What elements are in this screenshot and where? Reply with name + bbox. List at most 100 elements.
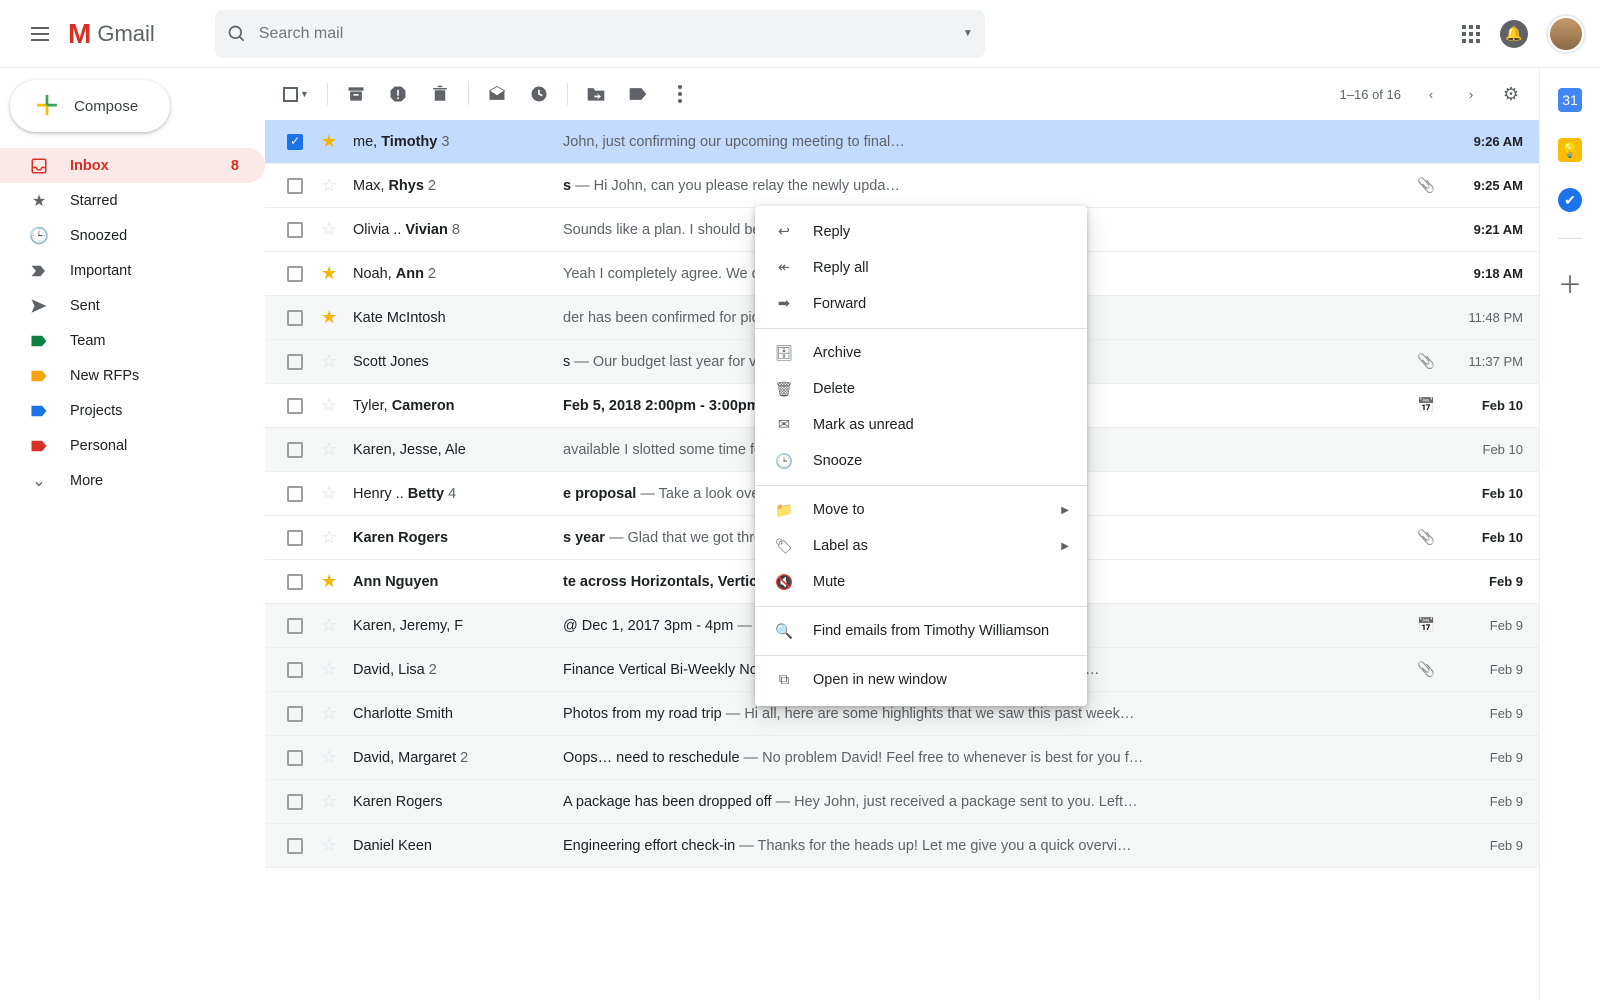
forward-icon: ➡ [773, 296, 795, 312]
ctx-mute[interactable]: 🔇Mute [755, 564, 1087, 600]
ctx-label-as[interactable]: 🏷Label as▶ [755, 528, 1087, 564]
row-checkbox[interactable] [287, 354, 303, 370]
sidebar-item-starred[interactable]: ★Starred [0, 183, 265, 218]
labels-icon[interactable] [628, 84, 648, 104]
ctx-snooze[interactable]: 🕒Snooze [755, 443, 1087, 479]
row-checkbox[interactable] [287, 266, 303, 282]
ctx-archive[interactable]: 🗄Archive [755, 335, 1087, 371]
row-checkbox[interactable] [287, 442, 303, 458]
ctx-reply[interactable]: ↩Reply [755, 214, 1087, 250]
star-icon[interactable]: ☆ [321, 395, 339, 416]
star-icon[interactable]: ★ [321, 263, 339, 284]
sidebar-item-snoozed[interactable]: 🕒 Snoozed [0, 218, 265, 253]
ctx-find-from[interactable]: 🔍Find emails from Timothy Williamson [755, 613, 1087, 649]
row-checkbox[interactable] [287, 794, 303, 810]
notifications-icon[interactable]: 🔔 [1500, 20, 1528, 48]
mark-read-icon[interactable] [487, 84, 507, 104]
row-checkbox[interactable] [287, 750, 303, 766]
row-checkbox[interactable] [287, 574, 303, 590]
star-icon[interactable]: ☆ [321, 527, 339, 548]
select-all-control[interactable]: ▼ [283, 87, 309, 102]
report-spam-icon[interactable] [388, 84, 408, 104]
sidebar-item-new-rfps[interactable]: New RFPs [0, 358, 265, 393]
move-to-icon: 📁 [773, 502, 795, 519]
google-apps-icon[interactable] [1462, 25, 1480, 43]
thread-row[interactable]: ☆David, Margaret2Oops… need to reschedul… [265, 736, 1539, 780]
sidebar-item-sent[interactable]: Sent [0, 288, 265, 323]
thread-row[interactable]: ☆Daniel KeenEngineering effort check-in … [265, 824, 1539, 868]
next-page-icon[interactable]: › [1461, 84, 1481, 104]
star-icon[interactable]: ☆ [321, 615, 339, 636]
sidebar-item-important[interactable]: Important [0, 253, 265, 288]
row-checkbox[interactable] [287, 706, 303, 722]
star-icon[interactable]: ☆ [321, 659, 339, 680]
main-menu-button[interactable] [16, 10, 64, 58]
ctx-open-window[interactable]: ⧉Open in new window [755, 662, 1087, 698]
star-icon[interactable]: ☆ [321, 219, 339, 240]
row-checkbox[interactable] [287, 530, 303, 546]
sidebar-item-more[interactable]: ⌄More [0, 463, 265, 498]
get-addons-icon[interactable]: ＋ [1558, 265, 1582, 300]
star-icon[interactable]: ☆ [321, 351, 339, 372]
row-checkbox[interactable] [287, 618, 303, 634]
thread-senders: Henry .. Betty4 [353, 486, 563, 502]
archive-icon[interactable] [346, 84, 366, 104]
star-icon[interactable]: ★ [321, 131, 339, 152]
row-checkbox[interactable] [287, 662, 303, 678]
thread-row[interactable]: ☆Karen RogersA package has been dropped … [265, 780, 1539, 824]
sidebar-item-projects[interactable]: Projects [0, 393, 265, 428]
snooze-icon[interactable] [529, 84, 549, 104]
star-icon[interactable]: ★ [321, 307, 339, 328]
thread-subject: John, just confirming our upcoming meeti… [563, 134, 1425, 150]
ctx-move-to[interactable]: 📁Move to▶ [755, 492, 1087, 528]
settings-gear-icon[interactable]: ⚙ [1501, 84, 1521, 104]
label-yellow-icon [28, 365, 50, 387]
prev-page-icon[interactable]: ‹ [1421, 84, 1441, 104]
account-avatar[interactable] [1548, 16, 1584, 52]
more-actions-icon[interactable] [670, 84, 690, 104]
clock-icon: 🕒 [28, 225, 50, 247]
ctx-mark-unread[interactable]: ✉Mark as unread [755, 407, 1087, 443]
ctx-forward[interactable]: ➡Forward [755, 286, 1087, 322]
sidebar-item-label: Snoozed [70, 228, 127, 244]
star-icon[interactable]: ☆ [321, 483, 339, 504]
sidebar-item-personal[interactable]: Personal [0, 428, 265, 463]
delete-icon[interactable] [430, 84, 450, 104]
thread-row[interactable]: ★me, Timothy3John, just confirming our u… [265, 120, 1539, 164]
search-options-dropdown-icon[interactable]: ▼ [963, 28, 973, 39]
tasks-addon-icon[interactable]: ✔ [1558, 188, 1582, 212]
row-checkbox[interactable] [287, 486, 303, 502]
folder-nav: Inbox8★Starred 🕒 Snoozed ImportantSentTeamN… [0, 148, 265, 498]
calendar-addon-icon[interactable]: 31 [1558, 88, 1582, 112]
row-checkbox[interactable] [287, 398, 303, 414]
sidebar-badge: 8 [231, 158, 239, 174]
thread-row[interactable]: ☆Max, Rhys2s — Hi John, can you please r… [265, 164, 1539, 208]
ctx-delete[interactable]: 🗑Delete [755, 371, 1087, 407]
row-checkbox[interactable] [287, 222, 303, 238]
gmail-logo[interactable]: M Gmail [68, 18, 155, 50]
sidebar-item-inbox[interactable]: Inbox8 [0, 148, 265, 183]
star-icon[interactable]: ☆ [321, 747, 339, 768]
star-icon[interactable]: ☆ [321, 175, 339, 196]
row-checkbox[interactable] [287, 134, 303, 150]
star-icon[interactable]: ☆ [321, 703, 339, 724]
sidebar-item-team[interactable]: Team [0, 323, 265, 358]
thread-time: 9:21 AM [1445, 222, 1523, 237]
thread-senders: David, Lisa2 [353, 662, 563, 678]
search-input[interactable] [259, 25, 963, 43]
star-icon[interactable]: ☆ [321, 791, 339, 812]
compose-button[interactable]: ＋ Compose [10, 80, 170, 132]
star-icon[interactable]: ★ [321, 571, 339, 592]
row-checkbox[interactable] [287, 178, 303, 194]
row-checkbox[interactable] [287, 838, 303, 854]
snooze-icon: 🕒 [773, 453, 795, 470]
keep-addon-icon[interactable]: 💡 [1558, 138, 1582, 162]
star-icon[interactable]: ☆ [321, 439, 339, 460]
thread-time: Feb 9 [1445, 706, 1523, 721]
move-to-icon[interactable] [586, 84, 606, 104]
star-icon[interactable]: ☆ [321, 835, 339, 856]
thread-time: Feb 9 [1445, 574, 1523, 589]
ctx-reply-all[interactable]: ↞Reply all [755, 250, 1087, 286]
row-checkbox[interactable] [287, 310, 303, 326]
search-bar[interactable]: ▼ [215, 10, 985, 58]
